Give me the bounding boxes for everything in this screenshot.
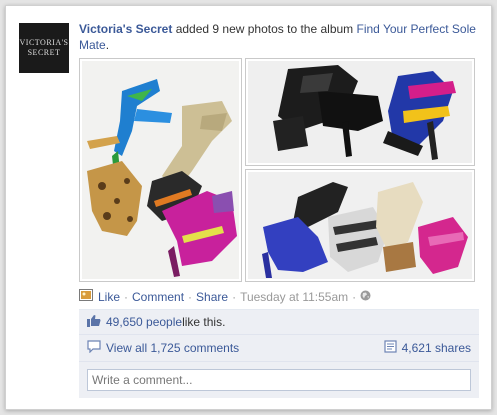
- likers-link[interactable]: 49,650 people: [106, 315, 182, 329]
- album-photo-3[interactable]: [245, 169, 475, 282]
- share-link[interactable]: Share: [196, 290, 228, 304]
- feedback-panel: 49,650 people like this. View all 1,725 …: [79, 309, 479, 398]
- comments-row: View all 1,725 comments 4,621 shares: [79, 335, 479, 362]
- separator: ·: [232, 289, 237, 304]
- actor-link[interactable]: Victoria's Secret: [79, 22, 172, 36]
- photo-icon: [79, 289, 93, 304]
- comment-link[interactable]: Comment: [132, 290, 184, 304]
- avatar-logo-line1: VICTORIA'S: [19, 38, 69, 47]
- story-verb: added 9 new photos to the album: [172, 22, 357, 36]
- album-photo-1[interactable]: [79, 58, 242, 282]
- globe-icon[interactable]: [360, 290, 371, 304]
- shoe-photo-image: [248, 61, 472, 163]
- avatar-logo-line2: SECRET: [27, 48, 61, 57]
- like-link[interactable]: Like: [98, 290, 120, 304]
- timestamp-link[interactable]: Tuesday at 11:55am: [240, 290, 348, 304]
- album-photo-2[interactable]: [245, 58, 475, 166]
- separator: ·: [352, 289, 357, 304]
- separator: ·: [188, 289, 193, 304]
- shares-link[interactable]: 4,621 shares: [402, 341, 471, 355]
- page-avatar[interactable]: VICTORIA'S SECRET: [19, 23, 69, 73]
- shoe-photo-image: [82, 61, 239, 279]
- story-actions: Like · Comment · Share · Tuesday at 11:5…: [79, 289, 371, 304]
- comment-composer-row: [79, 362, 479, 398]
- shoe-photo-image: [248, 172, 472, 279]
- likes-suffix: like this.: [182, 315, 226, 329]
- separator: ·: [124, 289, 129, 304]
- story-header: Victoria's Secret added 9 new photos to …: [79, 21, 484, 53]
- feed-story-card: VICTORIA'S SECRET Victoria's Secret adde…: [5, 5, 492, 410]
- thumbs-up-icon: [87, 314, 101, 330]
- share-icon: [384, 340, 397, 356]
- view-all-comments-link[interactable]: View all 1,725 comments: [106, 341, 239, 355]
- comment-input[interactable]: [87, 369, 471, 391]
- likes-row: 49,650 people like this.: [79, 310, 479, 335]
- comment-bubble-icon: [87, 340, 101, 356]
- story-period: .: [105, 38, 110, 52]
